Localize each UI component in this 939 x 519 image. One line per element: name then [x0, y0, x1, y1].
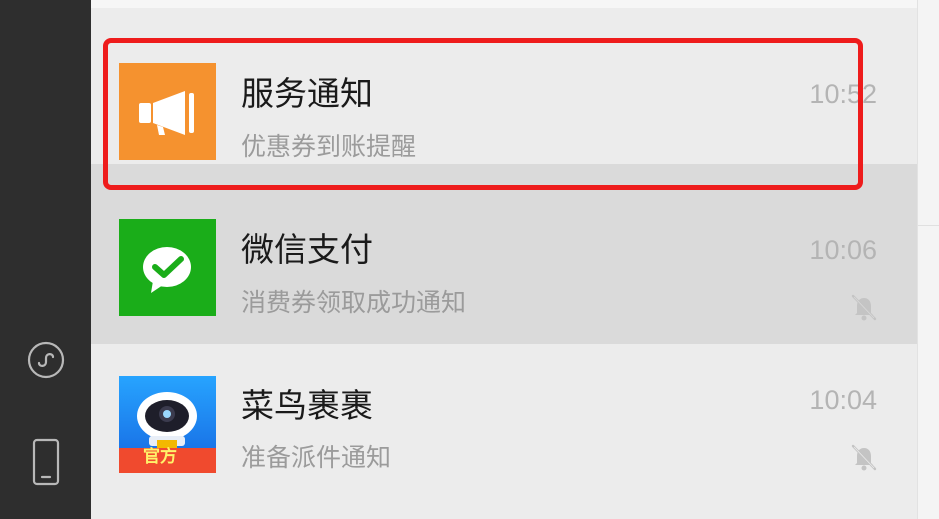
chat-preview: 优惠券到账提醒: [241, 132, 417, 161]
chat-preview: 消费券领取成功通知: [241, 288, 467, 317]
mute-bell-icon: [849, 292, 879, 322]
chat-time: 10:52: [809, 79, 877, 109]
sidebar: [0, 0, 91, 519]
chat-panel-edge: [917, 0, 939, 519]
list-top-gap: [91, 0, 917, 8]
avatar-badge: 官方: [143, 447, 177, 467]
chat-name: 服务通知: [241, 74, 373, 113]
mute-bell-icon: [849, 442, 879, 472]
miniprogram-icon[interactable]: [0, 338, 91, 382]
chat-name: 菜鸟裹裹: [241, 386, 373, 425]
chat-name: 微信支付: [241, 230, 373, 269]
panel-divider: [918, 225, 939, 226]
chat-preview: 准备派件通知: [241, 443, 392, 472]
chat-list: 服务通知 优惠券到账提醒 10:52 微信支付 消费券领取成功通知 10:06: [91, 0, 917, 519]
phone-icon[interactable]: [0, 436, 91, 488]
chat-time: 10:04: [809, 385, 877, 415]
chat-item-cainiao[interactable]: 官方 菜鸟裹裹 准备派件通知 10:04: [91, 344, 917, 519]
megaphone-icon: [119, 63, 216, 160]
chat-item-wechat-pay[interactable]: 微信支付 消费券领取成功通知 10:06: [91, 164, 917, 344]
chat-time: 10:06: [809, 235, 877, 265]
wechat-pay-icon: [119, 219, 216, 316]
chat-item-service-notice[interactable]: 服务通知 优惠券到账提醒 10:52: [91, 8, 917, 164]
